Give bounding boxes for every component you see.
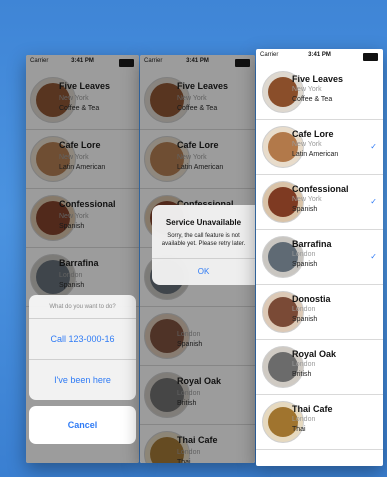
restaurant-name: Donostia bbox=[292, 294, 331, 304]
restaurant-name: Cafe Lore bbox=[292, 129, 334, 139]
restaurant-name: Royal Oak bbox=[292, 349, 337, 359]
been-here-button[interactable]: I've been here bbox=[29, 360, 136, 400]
status-bar: Carrier 3:41 PM bbox=[256, 49, 383, 65]
restaurant-type: Spanish bbox=[292, 316, 318, 323]
table-row[interactable]: Five Leaves New York Coffee & Tea bbox=[256, 65, 383, 120]
restaurant-location: London bbox=[292, 251, 316, 258]
restaurant-name: Barrafina bbox=[292, 239, 332, 249]
phone-screen-alert: Carrier 3:41 PM Five Leaves New York Cof… bbox=[140, 55, 255, 463]
restaurant-location: London bbox=[292, 361, 316, 368]
call-button[interactable]: Call 123-000-16 bbox=[29, 319, 136, 360]
restaurant-location: New York bbox=[292, 86, 322, 93]
restaurant-location: London bbox=[292, 306, 316, 313]
restaurant-type: Thai bbox=[292, 426, 306, 433]
restaurant-type: Latin American bbox=[292, 151, 339, 158]
restaurant-type: Coffee & Tea bbox=[292, 96, 333, 103]
restaurant-type: British bbox=[292, 371, 312, 378]
restaurant-location: London bbox=[292, 416, 316, 423]
checkmark-icon: ✓ bbox=[370, 252, 377, 261]
ok-button[interactable]: OK bbox=[152, 258, 255, 285]
phone-screen-action-sheet: Carrier 3:41 PM Five Leaves New York Cof… bbox=[26, 55, 139, 463]
table-row[interactable]: Royal Oak London British bbox=[256, 340, 383, 395]
restaurant-type: Spanish bbox=[292, 261, 318, 268]
alert-title: Service Unavailable bbox=[165, 218, 242, 227]
table-row[interactable]: Donostia London Spanish bbox=[256, 285, 383, 340]
restaurant-list: Five Leaves New York Coffee & Tea Cafe L… bbox=[256, 65, 383, 450]
battery-icon bbox=[363, 53, 378, 61]
action-sheet-group: What do you want to do? Call 123-000-16 … bbox=[29, 295, 136, 400]
restaurant-name: Confessional bbox=[292, 184, 349, 194]
checkmark-icon: ✓ bbox=[370, 142, 377, 151]
action-sheet: What do you want to do? Call 123-000-16 … bbox=[29, 295, 136, 444]
restaurant-type: Spanish bbox=[292, 206, 318, 213]
checkmark-icon: ✓ bbox=[370, 197, 377, 206]
restaurant-name: Five Leaves bbox=[292, 74, 344, 84]
table-row[interactable]: Thai Cafe London Thai bbox=[256, 395, 383, 450]
alert-message: Sorry, the call feature is not available… bbox=[161, 233, 246, 247]
restaurant-location: New York bbox=[292, 196, 322, 203]
restaurant-name: Thai Cafe bbox=[292, 404, 333, 414]
clock: 3:41 PM bbox=[308, 52, 331, 58]
phone-screen-list: Carrier 3:41 PM Five Leaves New York Cof… bbox=[256, 49, 383, 466]
restaurant-location: New York bbox=[292, 141, 322, 148]
table-row[interactable]: Barrafina London Spanish ✓ bbox=[256, 230, 383, 285]
alert-dialog: Service Unavailable Sorry, the call feat… bbox=[152, 205, 255, 285]
carrier-label: Carrier bbox=[260, 52, 279, 58]
cancel-button[interactable]: Cancel bbox=[29, 406, 136, 444]
table-row[interactable]: Cafe Lore New York Latin American ✓ bbox=[256, 120, 383, 175]
action-sheet-title: What do you want to do? bbox=[29, 295, 136, 319]
table-row[interactable]: Confessional New York Spanish ✓ bbox=[256, 175, 383, 230]
